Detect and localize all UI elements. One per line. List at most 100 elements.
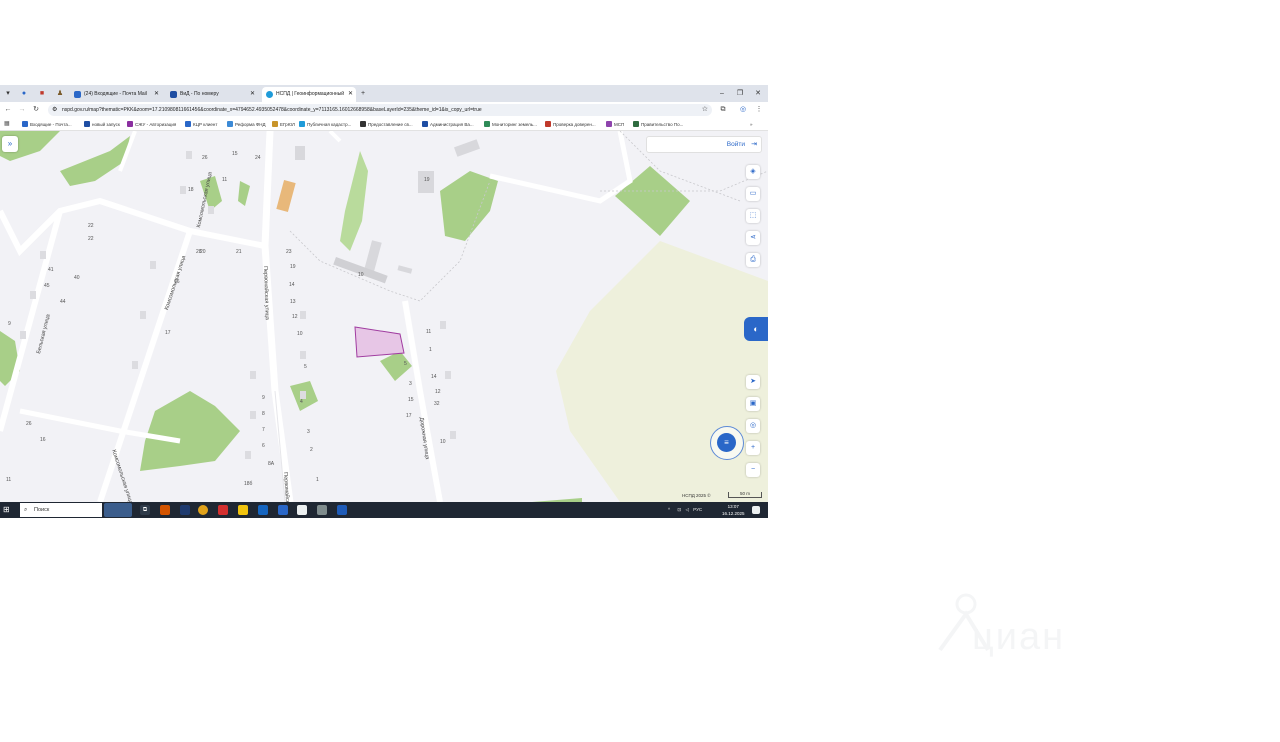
bookmark[interactable]: Предоставление св... <box>360 118 413 131</box>
file-explorer-icon[interactable] <box>238 505 248 515</box>
bookmark[interactable]: новый запуск <box>84 118 120 131</box>
bookmark[interactable]: КЦР клиент <box>185 118 217 131</box>
share-icon[interactable]: ⋖ <box>746 231 760 245</box>
forward-icon[interactable]: → <box>17 105 27 115</box>
tab-mail[interactable]: (24) Входящие - Почта Mail ✕ <box>70 87 162 102</box>
close-icon[interactable]: ✕ <box>250 87 255 102</box>
house-number: 26 <box>26 421 32 427</box>
notifications-icon[interactable] <box>752 506 760 514</box>
login-button[interactable]: Войти ⇥ <box>646 136 762 153</box>
bookmark-icon <box>422 121 428 127</box>
screenshot-frame: ▾ ● ■ ♟ (24) Входящие - Почта Mail ✕ ВиД… <box>0 85 768 518</box>
close-icon[interactable]: ✕ <box>348 87 353 102</box>
house-number: 26 <box>202 155 208 161</box>
news-widget-icon[interactable] <box>104 503 132 517</box>
reload-icon[interactable]: ↻ <box>31 105 41 115</box>
select-area-icon[interactable]: ⬚ <box>746 209 760 223</box>
bookmark[interactable]: Публичная кадастр... <box>299 118 351 131</box>
house-number: 28 <box>196 249 202 255</box>
tab-menu-icon[interactable]: ▾ <box>2 88 14 99</box>
tab-nspd[interactable]: НСПД | Геоинформационный ✕ <box>262 87 356 102</box>
extensions-icon[interactable]: ⧉ <box>718 105 728 115</box>
house-number: 2 <box>310 447 313 453</box>
pinned-tab-icon[interactable]: ♟ <box>54 88 66 99</box>
close-icon[interactable]: ✕ <box>154 87 159 102</box>
bookmarks-more-button[interactable]: » <box>750 118 753 131</box>
site-info-icon[interactable]: ⚙ <box>52 104 57 116</box>
zoom-in-button[interactable]: + <box>746 441 760 455</box>
minimize-icon[interactable]: – <box>716 88 728 99</box>
browser-menu-icon[interactable]: ⋮ <box>754 105 764 115</box>
url-text: nspd.gov.ru/map?thematic=PKK&zoom=17.210… <box>62 107 482 113</box>
house-number: 17 <box>406 413 412 419</box>
tray-chevron-icon[interactable]: ^ <box>668 507 670 512</box>
back-icon[interactable]: ← <box>3 105 13 115</box>
bookmark[interactable]: Реформа ФНД <box>227 118 266 131</box>
side-panel-tab[interactable]: ◐ <box>744 317 768 341</box>
youtube-icon[interactable] <box>218 505 228 515</box>
zoom-out-button[interactable]: − <box>746 463 760 477</box>
chat-button[interactable]: ≡ <box>710 426 744 460</box>
layers-icon[interactable]: ◈ <box>746 165 760 179</box>
house-number: 32 <box>434 401 440 407</box>
word-icon[interactable] <box>337 505 347 515</box>
bookmark[interactable]: Администрация Ва... <box>422 118 474 131</box>
app-icon[interactable] <box>278 505 288 515</box>
task-view-icon[interactable]: ⧉ <box>140 505 150 515</box>
apps-icon[interactable]: ▦ <box>4 118 10 131</box>
account-icon[interactable]: ◎ <box>738 105 748 115</box>
mail-icon <box>74 91 81 98</box>
clock-time: 13:07 <box>727 504 739 509</box>
bookmark-icon <box>545 121 551 127</box>
print-icon[interactable]: ⎙ <box>746 253 760 267</box>
bookmark[interactable]: ЕГрЮЛ <box>272 118 295 131</box>
bookmark[interactable]: МСП <box>606 118 624 131</box>
yandex-browser-icon[interactable] <box>180 505 190 515</box>
taskbar-search[interactable]: ⌕ Поиск <box>20 503 102 517</box>
profile-icon[interactable]: ● <box>18 88 30 99</box>
house-number: 8 <box>262 411 265 417</box>
bookmarks-bar: ▦ Входящие - Почта... новый запуск СЖУ -… <box>0 118 768 131</box>
bookmark[interactable]: Проверка доверен... <box>545 118 596 131</box>
clock[interactable]: 13:07 16.12.2025 <box>722 503 745 517</box>
house-number: 15 <box>408 397 414 403</box>
app-icon[interactable] <box>160 505 170 515</box>
volume-icon[interactable]: ◁ <box>685 507 688 512</box>
house-number: 9 <box>8 321 11 327</box>
house-number: 40 <box>74 275 80 281</box>
house-number: 11 <box>222 177 228 183</box>
map-canvas[interactable] <box>0 131 768 502</box>
tab-vid[interactable]: ВиД - По номеру ✕ <box>166 87 258 102</box>
bookmark[interactable]: Входящие - Почта... <box>22 118 72 131</box>
bookmark-icon <box>606 121 612 127</box>
expand-panel-button[interactable]: » <box>2 136 18 152</box>
house-number: 9 <box>262 395 265 401</box>
house-number: 22 <box>88 236 94 242</box>
bookmark[interactable]: Правительство По... <box>633 118 683 131</box>
house-number: 4 <box>300 399 303 405</box>
bookmark[interactable]: СЖУ - Авторизация <box>127 118 176 131</box>
windows-start-icon[interactable]: ⊞ <box>3 505 13 515</box>
geolocation-icon[interactable]: ➤ <box>746 375 760 389</box>
minimap-icon[interactable]: ▣ <box>746 397 760 411</box>
house-number: 3 <box>307 429 310 435</box>
house-number: 10 <box>297 331 303 337</box>
pinned-tab-icon[interactable]: ■ <box>36 88 48 99</box>
house-number: 1 <box>316 477 319 483</box>
window-close-icon[interactable]: ✕ <box>752 88 764 99</box>
chrome-icon[interactable] <box>198 505 208 515</box>
app-icon[interactable] <box>317 505 327 515</box>
language-indicator[interactable]: РУС <box>693 507 702 512</box>
bookmark-star-icon[interactable]: ☆ <box>702 104 708 116</box>
house-number: 15 <box>232 151 238 157</box>
address-bar[interactable]: ⚙ nspd.gov.ru/map?thematic=PKK&zoom=17.2… <box>48 104 712 116</box>
new-tab-button[interactable]: + <box>357 88 369 99</box>
app-icon[interactable] <box>258 505 268 515</box>
ruler-icon[interactable]: ▭ <box>746 187 760 201</box>
bookmark[interactable]: Мониторинг земель... <box>484 118 537 131</box>
document-icon[interactable] <box>297 505 307 515</box>
maximize-icon[interactable]: ❐ <box>734 88 746 99</box>
zoom-extent-icon[interactable]: ◎ <box>746 419 760 433</box>
network-icon[interactable]: ⊡ <box>677 507 681 512</box>
cadastral-map[interactable]: Комсомольская улица Комсомольская улица … <box>0 131 768 502</box>
